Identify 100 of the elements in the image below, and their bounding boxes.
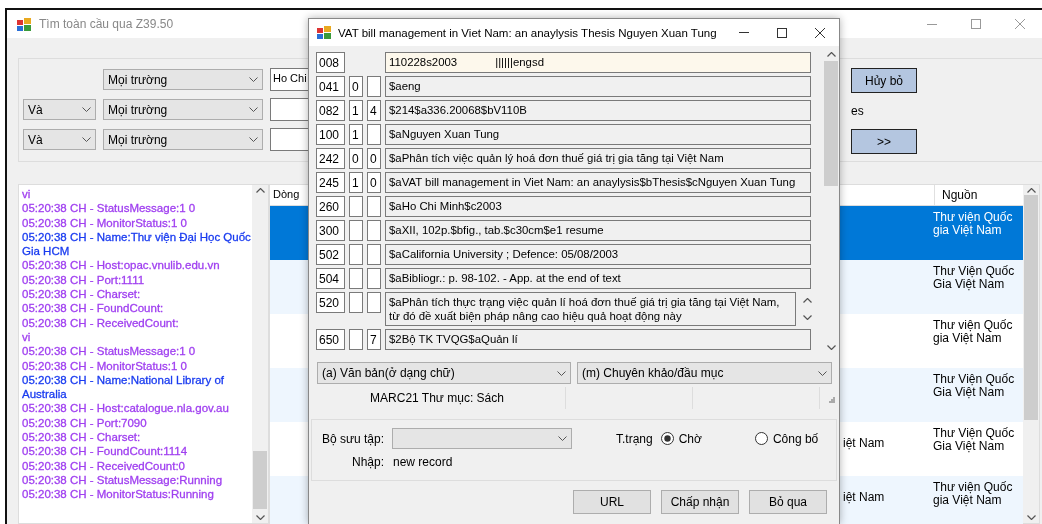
chevron-down-icon <box>249 77 258 82</box>
value-field[interactable]: $aNguyen Xuan Tung <box>385 124 811 145</box>
indicator-field[interactable]: 0 <box>349 148 363 169</box>
tag-field[interactable]: 520 <box>316 292 345 313</box>
indicator-field[interactable] <box>367 76 381 97</box>
radio-label[interactable]: Công bố <box>772 431 819 446</box>
indicator-field[interactable]: 7 <box>367 329 381 350</box>
resize-grip-icon <box>829 397 835 403</box>
next-button[interactable]: >> <box>851 129 917 154</box>
indicator-field[interactable] <box>367 124 381 145</box>
radio-selected-icon[interactable] <box>660 432 674 445</box>
app-icon <box>317 26 331 39</box>
app-icon <box>17 17 31 31</box>
column-header[interactable]: Nguồn <box>935 185 1023 205</box>
value-field[interactable]: $aVAT bill management in Viet Nam: an anaylysis$bThesis$cNguyen Xuan Tung <box>385 172 811 193</box>
cancel-button[interactable]: Hủy bỏ <box>851 68 917 93</box>
operator-dropdown[interactable]: Và <box>23 129 96 150</box>
scroll-up-icon[interactable] <box>802 298 812 303</box>
value-field[interactable]: 110228s2003 ||||||engsd <box>385 52 811 73</box>
indicator-field[interactable]: 4 <box>367 100 381 121</box>
table-cell: iệt Nam <box>843 490 885 504</box>
indicator-field[interactable]: 1 <box>349 100 363 121</box>
scroll-down-icon[interactable] <box>1026 515 1036 520</box>
scroll-down-icon[interactable] <box>255 515 265 520</box>
field-dropdown[interactable]: Mọi trường <box>103 99 263 120</box>
tag-field[interactable]: 502 <box>316 244 345 265</box>
chevron-down-icon <box>249 137 258 142</box>
indicator-field[interactable] <box>349 329 363 350</box>
indicator-field[interactable]: 0 <box>367 148 381 169</box>
scrollbar[interactable] <box>252 185 268 523</box>
indicator-field[interactable] <box>349 220 363 241</box>
indicator-field[interactable] <box>349 244 363 265</box>
dialog-button[interactable]: URL <box>573 490 651 514</box>
table-cell: Thư viện Quốc gia Việt Nam <box>933 210 1013 237</box>
indicator-field[interactable] <box>349 196 363 217</box>
value-field[interactable]: $2Bộ TK TVQG$aQuản lí <box>385 329 811 350</box>
indicator-field[interactable] <box>349 268 363 289</box>
log-line: 05:20:38 CH - FoundCount: <box>22 301 164 316</box>
tag-field[interactable]: 008 <box>316 52 345 73</box>
indicator-field[interactable]: 0 <box>367 172 381 193</box>
status-text: MARC21 Thư mục: Sách <box>309 387 566 409</box>
field-label: Bộ sưu tập: <box>320 431 384 446</box>
tag-field[interactable]: 242 <box>316 148 345 169</box>
chevron-down-icon <box>82 137 91 142</box>
value-field[interactable]: $aCalifornia University ; Defence: 05/08/2003 <box>385 244 811 265</box>
indicator-field[interactable] <box>367 244 381 265</box>
radio-icon[interactable] <box>754 432 768 445</box>
indicator-field[interactable]: 1 <box>349 124 363 145</box>
scroll-thumb[interactable] <box>1024 195 1038 420</box>
scroll-down-icon[interactable] <box>826 345 836 350</box>
tag-field[interactable]: 082 <box>316 100 345 121</box>
table-cell: Thư Viện Quốc Gia Việt Nam <box>933 264 1015 291</box>
value-field[interactable]: $aHo Chi Minh$c2003 <box>385 196 811 217</box>
option-label: es <box>851 103 865 120</box>
value-field[interactable]: $aPhân tích việc quản lý hoá đơn thuế giá trị gia tăng tại Việt Nam <box>385 148 811 169</box>
tag-field[interactable]: 650 <box>316 329 345 350</box>
value-textarea[interactable]: $aPhân tích thực trạng việc quản lí hoá đơn thuế giá trị gia tăng tại Việt Nam, từ đó đề xuất biện pháp nâng cao hiệu quả hoạt động này <box>385 292 796 326</box>
indicator-field[interactable]: 1 <box>349 172 363 193</box>
log-line: 05:20:38 CH - FoundCount:1114 <box>22 444 188 459</box>
scroll-up-icon[interactable] <box>255 188 265 193</box>
log-line: 05:20:38 CH - Port:7090 <box>22 415 147 431</box>
scroll-down-icon[interactable] <box>802 315 812 320</box>
value-field[interactable]: $aXII, 102p.$bfig., tab.$c30cm$e1 resume <box>385 220 811 241</box>
table-cell: Thư Viện Quốc Gia Việt Nam <box>933 372 1015 399</box>
log-line: 05:20:38 CH - Host:catalogue.nla.gov.au <box>22 401 229 416</box>
dialog-button[interactable]: Bỏ qua <box>749 490 827 514</box>
tag-field[interactable]: 041 <box>316 76 345 97</box>
value-field[interactable]: $214$a336.20068$bV110B <box>385 100 811 121</box>
field-dropdown[interactable]: Mọi trường <box>103 129 263 150</box>
chevron-down-icon <box>557 370 566 376</box>
level-dropdown[interactable]: (m) Chuyên khảo/đầu mục <box>577 362 832 384</box>
scrollbar[interactable] <box>1023 185 1039 523</box>
scroll-thumb[interactable] <box>824 61 838 186</box>
maximize-icon <box>971 19 981 29</box>
dialog-button[interactable]: Chấp nhận <box>661 490 739 514</box>
tag-field[interactable]: 300 <box>316 220 345 241</box>
log-line: 05:20:38 CH - Charset: <box>22 287 141 302</box>
indicator-field[interactable] <box>367 220 381 241</box>
scroll-up-icon[interactable] <box>826 52 836 57</box>
value-field[interactable]: $aeng <box>385 76 811 97</box>
indicator-field[interactable] <box>367 292 381 313</box>
log-line: 05:20:38 CH - Name:Thư viện Đại Học Quốc Gia HCM <box>22 229 252 259</box>
indicator-field[interactable]: 0 <box>349 76 363 97</box>
indicator-field[interactable] <box>367 196 381 217</box>
radio-label[interactable]: Chờ <box>678 431 702 446</box>
type-dropdown[interactable]: (a) Văn bản(ở dạng chữ) <box>317 362 571 384</box>
tag-field[interactable]: 245 <box>316 172 345 193</box>
tag-field[interactable]: 504 <box>316 268 345 289</box>
close-icon <box>815 27 825 38</box>
field-dropdown[interactable]: Mọi trường <box>103 69 263 90</box>
tag-field[interactable]: 260 <box>316 196 345 217</box>
tag-field[interactable]: 100 <box>316 124 345 145</box>
indicator-field[interactable] <box>349 292 363 313</box>
operator-dropdown[interactable]: Và <box>23 99 96 120</box>
indicator-field[interactable] <box>367 268 381 289</box>
value-field[interactable]: $aBibliogr.: p. 98-102. - App. at the end of text <box>385 268 811 289</box>
chevron-down-icon <box>558 436 567 441</box>
scroll-thumb[interactable] <box>253 451 267 509</box>
log-line: 05:20:38 CH - ReceivedCount: <box>22 315 179 330</box>
scroll-up-icon[interactable] <box>1026 188 1036 193</box>
